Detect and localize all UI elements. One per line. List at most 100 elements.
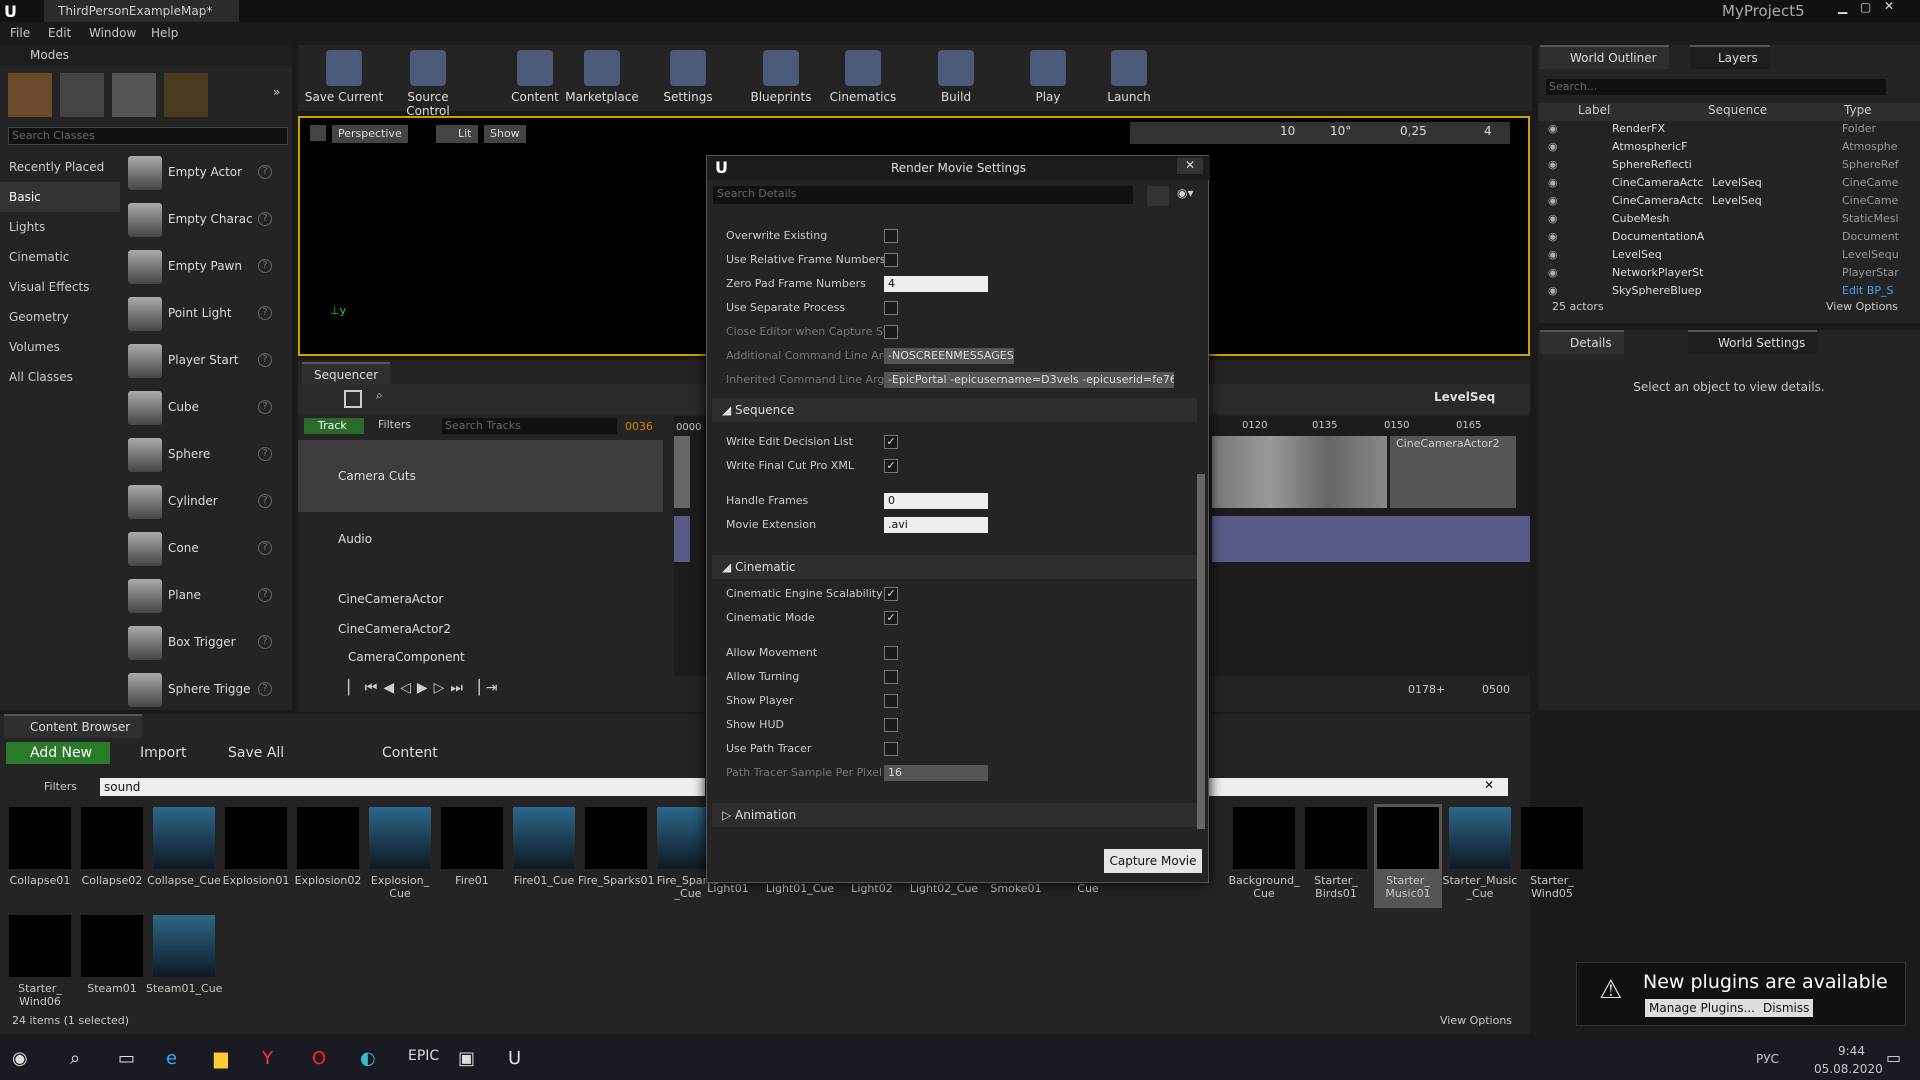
help-icon[interactable]: ? — [258, 259, 272, 273]
class-item[interactable]: Player Start? — [124, 340, 276, 382]
viewport-options-button[interactable] — [310, 125, 326, 141]
class-item[interactable]: Empty Pawn? — [124, 246, 276, 288]
minimize-icon[interactable]: ▁ — [1838, 0, 1847, 14]
outliner-row[interactable]: ◉ SphereReflecti SphereRef — [1540, 156, 1899, 174]
visibility-icon[interactable]: ◉ — [1548, 230, 1558, 243]
tab-details[interactable]: Details — [1540, 330, 1624, 354]
details-search[interactable]: Search Details — [713, 186, 1133, 204]
category-geometry[interactable]: Geometry — [0, 302, 120, 332]
col-type[interactable]: Type — [1844, 103, 1872, 117]
tab-layers[interactable]: Layers — [1690, 45, 1770, 69]
outliner-search[interactable]: Search... — [1546, 79, 1886, 95]
property-checkbox[interactable]: ✓ — [884, 587, 898, 601]
explorer-icon[interactable]: ▆ — [214, 1048, 228, 1069]
property-checkbox[interactable] — [884, 670, 898, 684]
track-cinecamera[interactable]: CineCameraActor — [298, 592, 663, 612]
class-item[interactable]: Plane? — [124, 575, 276, 617]
class-item[interactable]: Sphere Trigge? — [124, 669, 276, 711]
asset-tile[interactable]: Steam01 — [78, 912, 146, 1016]
class-item[interactable]: Empty Actor? — [124, 152, 276, 194]
help-icon[interactable]: ? — [258, 353, 272, 367]
outliner-row[interactable]: ◉ AtmosphericF Atmosphe — [1540, 138, 1898, 156]
help-icon[interactable]: ? — [258, 682, 272, 696]
tab-world-outliner[interactable]: World Outliner — [1540, 45, 1669, 69]
content-filters[interactable]: Filters — [44, 780, 77, 793]
yandex-icon[interactable]: Y — [262, 1048, 273, 1069]
track-camera-cuts[interactable]: Camera Cuts — [298, 440, 663, 512]
outliner-row[interactable]: ◉ RenderFX Folder — [1540, 120, 1898, 138]
language-indicator[interactable]: РУС — [1756, 1052, 1779, 1066]
sequencer-search-icon[interactable]: ⌕ — [376, 388, 383, 403]
help-icon[interactable]: ? — [258, 447, 272, 461]
toolbar-button-build[interactable]: Build — [916, 50, 996, 106]
toolbar-button-save-current[interactable]: Save Current — [304, 50, 384, 106]
class-item[interactable]: Box Trigger? — [124, 622, 276, 664]
toolbar-button-launch[interactable]: Launch — [1089, 50, 1169, 106]
content-view-options[interactable]: View Options — [1440, 1014, 1512, 1027]
asset-tile[interactable]: Collapse01 — [6, 804, 74, 908]
asset-tile[interactable]: Explosion02 — [294, 804, 362, 908]
maximize-icon[interactable]: ▢ — [1860, 0, 1871, 14]
outliner-view-options[interactable]: View Options — [1826, 300, 1898, 313]
toolbar-button-cinematics[interactable]: Cinematics — [823, 50, 903, 106]
outliner-row[interactable]: ◉ CineCameraActc LevelSeq CineCame — [1540, 192, 1898, 210]
task-view-icon[interactable]: ▭ — [118, 1048, 135, 1069]
timeline-right[interactable]: 0120 0135 0150 0165 CineCameraActor2 017… — [1212, 416, 1530, 696]
class-item[interactable]: Cone? — [124, 528, 276, 570]
notification-center-icon[interactable]: ▭ — [1886, 1048, 1901, 1067]
add-new-button[interactable]: Add New — [6, 742, 110, 764]
section-sequence[interactable]: ◢ Sequence — [712, 398, 1197, 422]
col-label[interactable]: Label — [1578, 103, 1610, 117]
scale-snap-value[interactable]: 0,25 — [1400, 124, 1427, 138]
class-item[interactable]: Cube? — [124, 387, 276, 429]
asset-tile[interactable]: Starter_Music _Cue — [1443, 804, 1517, 908]
property-checkbox[interactable] — [884, 229, 898, 243]
outliner-row[interactable]: ◉ CineCameraActc LevelSeq CineCame — [1540, 174, 1898, 192]
help-icon[interactable]: ? — [258, 494, 272, 508]
property-checkbox[interactable]: ✓ — [884, 435, 898, 449]
visibility-icon[interactable]: ◉ — [1548, 140, 1558, 153]
clock-date[interactable]: 05.08.2020 — [1814, 1062, 1883, 1076]
toolbar-button-play[interactable]: Play — [1008, 50, 1088, 106]
start-icon[interactable]: ◉ — [12, 1048, 28, 1069]
manage-plugins-button[interactable]: Manage Plugins... — [1645, 999, 1759, 1017]
asset-tile[interactable]: Starter_ Music01 — [1374, 804, 1442, 908]
edge-new-icon[interactable]: ◐ — [360, 1048, 376, 1069]
property-checkbox[interactable] — [884, 253, 898, 267]
content-search[interactable]: sound — [100, 778, 705, 796]
toolbar-button-settings[interactable]: Settings — [648, 50, 728, 106]
outliner-row[interactable]: ◉ NetworkPlayerSt PlayerStar — [1540, 264, 1899, 282]
category-visual-effects[interactable]: Visual Effects — [0, 272, 120, 302]
menu-help[interactable]: Help — [151, 26, 178, 40]
help-icon[interactable]: ? — [258, 400, 272, 414]
class-item[interactable]: Point Light? — [124, 293, 276, 335]
outliner-row[interactable]: ◉ LevelSeq LevelSequ — [1540, 246, 1899, 264]
audio-clip[interactable] — [674, 516, 690, 562]
epic-games-icon[interactable]: EPIC — [408, 1048, 439, 1064]
close-icon[interactable]: ✕ — [1884, 0, 1894, 13]
asset-tile[interactable]: Fire01 — [438, 804, 506, 908]
content-search-right[interactable] — [1208, 778, 1508, 796]
clear-search-icon[interactable]: ✕ — [1484, 778, 1494, 792]
opera-icon[interactable]: O — [312, 1048, 326, 1069]
camera-clip-2[interactable]: CineCameraActor2 — [1390, 436, 1516, 508]
eye-icon[interactable]: ◉▾ — [1177, 186, 1194, 200]
property-value[interactable]: .avi — [884, 517, 988, 533]
property-checkbox[interactable] — [884, 325, 898, 339]
outliner-row[interactable]: ◉ SkySphereBluep Edit BP_S — [1540, 282, 1898, 300]
dialog-scrollbar[interactable] — [1197, 474, 1205, 829]
dismiss-button[interactable]: Dismiss — [1759, 999, 1814, 1017]
asset-tile[interactable]: Explosion_ Cue — [366, 804, 434, 908]
search-icon[interactable]: ⌕ — [70, 1048, 80, 1069]
landscape-mode-icon[interactable] — [112, 73, 156, 117]
asset-tile[interactable]: Fire01_Cue — [510, 804, 578, 908]
property-checkbox[interactable] — [884, 646, 898, 660]
property-value[interactable]: 4 — [884, 276, 988, 292]
level-tab[interactable]: ThirdPersonExampleMap* — [44, 0, 239, 22]
sequencer-save-icon[interactable] — [344, 390, 362, 408]
help-icon[interactable]: ? — [258, 306, 272, 320]
menu-file[interactable]: File — [10, 26, 30, 40]
visibility-icon[interactable]: ◉ — [1548, 194, 1558, 207]
tab-content-browser[interactable]: Content Browser — [4, 714, 143, 738]
edge-icon[interactable]: e — [166, 1048, 177, 1069]
